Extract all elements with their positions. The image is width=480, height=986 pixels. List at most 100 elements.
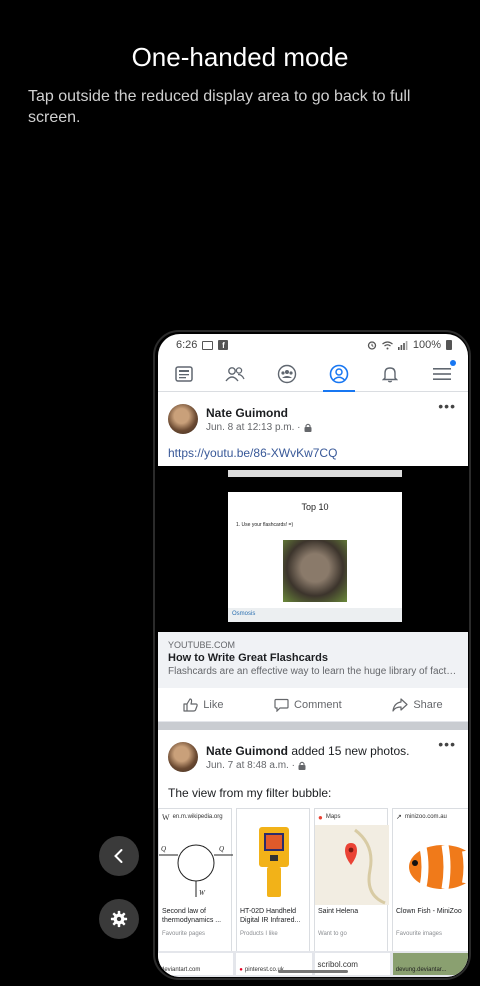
- thermodynamics-diagram: Q Q W: [159, 825, 233, 905]
- card-domain: en.m.wikipedia.org: [172, 814, 223, 820]
- browser-bar: [228, 470, 402, 477]
- comment-label: Comment: [294, 698, 342, 711]
- post-author[interactable]: Nate Guimond: [206, 744, 288, 758]
- alarm-icon: [367, 341, 377, 350]
- card-title: Clown Fish - MiniZoo: [396, 908, 462, 915]
- card-subtitle: Want to go: [318, 931, 347, 937]
- photo-card-maps[interactable]: ● Maps Saint Helena Want to go: [314, 808, 389, 956]
- photo-card-thermometer[interactable]: HT-02D Handheld Digital IR Infrared... P…: [236, 808, 310, 956]
- link-domain: YOUTUBE.COM: [168, 640, 236, 650]
- like-label: Like: [203, 698, 224, 711]
- card-subtitle: Favourite images: [396, 931, 443, 937]
- friends-icon: [225, 366, 246, 381]
- map-image: [315, 825, 389, 905]
- wikipedia-icon: W: [162, 812, 170, 822]
- comment-button[interactable]: Comment: [274, 698, 342, 712]
- share-icon: [392, 697, 408, 712]
- video-slide: Top 10 1. Use your flashcards! =) Osmosi…: [228, 492, 402, 622]
- photo-card-clownfish[interactable]: ↗ minizoo.com.au Clown Fish - MiniZoo Fav…: [392, 808, 468, 956]
- share-arrow-icon: ↗: [396, 814, 402, 821]
- thumbs-up-icon: [183, 697, 199, 712]
- slide-title: Top 10: [301, 502, 329, 512]
- groups-icon: [277, 364, 297, 383]
- one-handed-title: One-handed mode: [131, 42, 349, 72]
- post-1: Nate Guimond Jun. 8 at 12:13 p.m. · ••• …: [158, 392, 468, 722]
- settings-button[interactable]: [99, 899, 139, 939]
- share-button[interactable]: Share: [392, 697, 443, 712]
- tab-menu[interactable]: [422, 356, 462, 392]
- tab-news-feed[interactable]: [164, 356, 204, 392]
- post-time[interactable]: Jun. 8 at 12:13 p.m. ·: [206, 422, 301, 433]
- card-title: HT-02D Handheld Digital IR Infrared...: [240, 908, 301, 924]
- post-options-button[interactable]: •••: [438, 398, 456, 414]
- status-bar: 6:26 f 100%: [158, 334, 468, 356]
- clownfish-image: [393, 825, 468, 905]
- link-preview-card[interactable]: YOUTUBE.COM How to Write Great Flashcard…: [158, 632, 468, 688]
- menu-badge: [450, 359, 457, 366]
- card-title: Saint Helena: [318, 908, 359, 915]
- switch-side-button[interactable]: [99, 836, 139, 876]
- post-author-line: Nate Guimond added 15 new photos.: [206, 744, 409, 758]
- link-description: Flashcards are an effective way to learn…: [168, 666, 458, 677]
- tab-groups[interactable]: [267, 356, 307, 392]
- ir-thermometer-image: [237, 825, 309, 905]
- card-domain: minizoo.com.au: [404, 814, 447, 820]
- post-action-text: added 15 new photos.: [288, 743, 410, 758]
- svg-text:Q: Q: [161, 845, 166, 853]
- home-indicator[interactable]: [278, 970, 348, 973]
- post-options-button[interactable]: •••: [438, 736, 456, 752]
- monkey-image: [283, 540, 347, 602]
- osmosis-logo: Osmosis: [228, 608, 402, 622]
- profile-icon: [329, 364, 349, 383]
- post-link[interactable]: https://youtu.be/86-XWvKw7CQ: [158, 438, 468, 466]
- one-handed-instructions: Tap outside the reduced display area to …: [28, 88, 411, 126]
- signal-icon: [397, 340, 408, 350]
- photo-carousel[interactable]: Wen.m.wikipedia.org Q Q W Second law of: [158, 808, 468, 956]
- map-pin-icon: ●: [318, 812, 323, 822]
- strip-item: deviantart.com: [158, 953, 234, 975]
- post-caption: The view from my filter bubble:: [168, 786, 332, 800]
- facebook-tab-bar: [158, 356, 468, 393]
- battery-icon: [446, 340, 452, 350]
- card-subtitle: Products I like: [240, 931, 278, 937]
- avatar[interactable]: [168, 742, 198, 772]
- menu-icon: [433, 367, 452, 380]
- video-thumbnail[interactable]: Top 10 1. Use your flashcards! =) Osmosi…: [158, 466, 468, 632]
- bell-icon: [382, 366, 399, 382]
- slide-item: 1. Use your flashcards! =): [236, 522, 294, 528]
- feed-icon: [175, 365, 193, 382]
- gear-icon: [110, 910, 128, 928]
- post-2: Nate Guimond added 15 new photos. Jun. 7…: [158, 730, 468, 956]
- post-time[interactable]: Jun. 7 at 8:48 a.m. ·: [206, 760, 295, 771]
- chevron-left-icon: [114, 849, 123, 863]
- share-label: Share: [413, 698, 443, 711]
- lock-icon: [304, 423, 311, 432]
- battery-percent: 100%: [412, 339, 441, 351]
- pinterest-icon: ●: [239, 967, 243, 973]
- strip-item: devung.deviantar...: [392, 953, 468, 975]
- tab-friends[interactable]: [215, 356, 255, 392]
- svg-text:Q: Q: [219, 845, 224, 853]
- avatar[interactable]: [168, 404, 198, 434]
- comment-icon: [274, 698, 289, 712]
- photo-card-wikipedia[interactable]: Wen.m.wikipedia.org Q Q W Second law of: [158, 808, 233, 956]
- svg-text:W: W: [199, 889, 206, 897]
- more-photos-strip[interactable]: deviantart.com ● pinterest.co.uk scribol.…: [158, 951, 468, 977]
- phone-screen: 6:26 f 100% Nate Guimond Jun. 8 at 12:13…: [158, 334, 468, 977]
- reduced-display[interactable]: 6:26 f 100% Nate Guimond Jun. 8 at 12:13…: [153, 330, 471, 980]
- like-button[interactable]: Like: [183, 697, 224, 712]
- card-title: Second law of thermodynamics ...: [162, 908, 222, 924]
- tab-notifications[interactable]: [370, 356, 410, 392]
- post-separator: [158, 722, 468, 730]
- tab-profile[interactable]: [319, 356, 359, 393]
- post-author[interactable]: Nate Guimond: [206, 406, 312, 420]
- card-domain: Maps: [325, 814, 341, 820]
- card-subtitle: Favourite pages: [162, 931, 206, 937]
- gallery-notification-icon: [202, 340, 214, 350]
- wifi-icon: [381, 340, 393, 349]
- facebook-notification-icon: f: [218, 340, 229, 350]
- status-time: 6:26: [176, 339, 198, 351]
- link-title: How to Write Great Flashcards: [168, 652, 328, 664]
- post-actions: Like Comment Share: [158, 688, 468, 722]
- lock-icon: [298, 761, 306, 770]
